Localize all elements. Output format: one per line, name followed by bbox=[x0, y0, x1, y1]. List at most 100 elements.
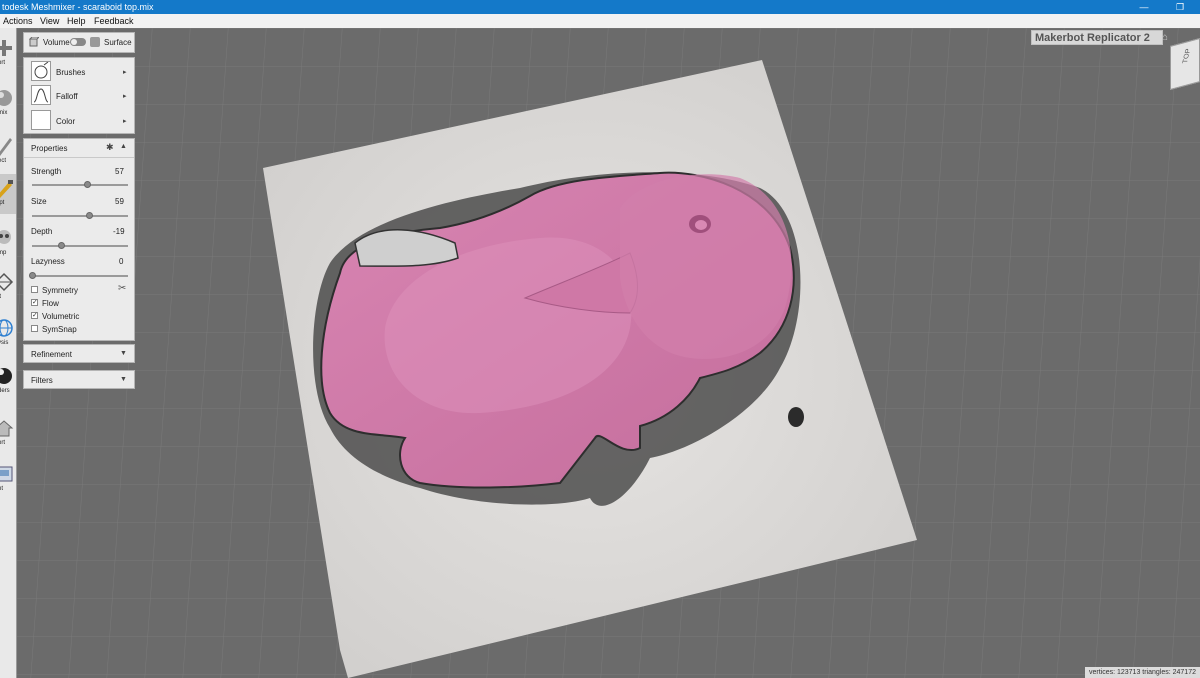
select-tool[interactable]: ect bbox=[0, 132, 16, 172]
select-brush-icon bbox=[0, 138, 12, 156]
printer-name: Makerbot Replicator 2 bbox=[1035, 32, 1150, 44]
strength-slider-thumb[interactable] bbox=[83, 181, 91, 188]
window-titlebar: todesk Meshmixer - scaraboid top.mix — ❐ bbox=[0, 0, 1200, 14]
volume-cube-icon bbox=[29, 37, 39, 47]
print-tool[interactable]: nt bbox=[0, 460, 16, 500]
falloff-arrow-icon: ▸ bbox=[123, 93, 127, 100]
falloff-preview bbox=[31, 85, 51, 105]
tool-label: ders bbox=[0, 388, 10, 394]
tool-label: mix bbox=[0, 110, 8, 116]
falloff-curve-icon bbox=[33, 88, 49, 103]
falloff-label: Falloff bbox=[56, 92, 78, 101]
printer-name-label[interactable]: Makerbot Replicator 2 bbox=[1031, 30, 1163, 45]
volumetric-checkbox[interactable]: ✓ bbox=[31, 312, 38, 319]
meshmix-sphere-icon bbox=[0, 90, 12, 106]
menu-actions[interactable]: Actions bbox=[3, 14, 33, 28]
view-cube[interactable]: TOP bbox=[1170, 37, 1200, 91]
sculpt-tool[interactable]: lpt bbox=[0, 174, 16, 214]
tool-label: lpt bbox=[0, 200, 5, 206]
flow-label: Flow bbox=[42, 299, 59, 308]
plus-icon bbox=[0, 40, 12, 56]
tool-label: it bbox=[0, 294, 1, 300]
size-slider[interactable] bbox=[32, 215, 128, 217]
refinement-title: Refinement bbox=[31, 350, 72, 359]
volume-surface-panel: Volume Surface bbox=[23, 32, 135, 53]
sculpt-brush-icon bbox=[0, 180, 13, 198]
symsnap-label: SymSnap bbox=[42, 325, 77, 334]
export-tool[interactable]: ort bbox=[0, 414, 16, 454]
color-row[interactable]: Color ▸ bbox=[24, 109, 134, 133]
window-title: todesk Meshmixer - scaraboid top.mix bbox=[2, 2, 154, 12]
lazyness-slider-thumb[interactable] bbox=[29, 272, 36, 279]
edit-tool[interactable]: it bbox=[0, 268, 16, 308]
symsnap-checkbox[interactable] bbox=[31, 325, 38, 332]
depth-slider[interactable] bbox=[32, 245, 128, 247]
strength-label: Strength bbox=[31, 167, 62, 176]
menu-help[interactable]: Help bbox=[67, 14, 86, 28]
symmetry-label: Symmetry bbox=[42, 286, 78, 295]
export-icon bbox=[0, 420, 14, 437]
chevron-down-icon: ▼ bbox=[120, 350, 127, 357]
scarab-head bbox=[620, 174, 792, 359]
volume-label: Volume bbox=[43, 38, 70, 47]
tool-label: ort bbox=[0, 440, 6, 446]
restore-button[interactable]: ❐ bbox=[1170, 0, 1190, 14]
volumetric-label: Volumetric bbox=[42, 312, 80, 321]
depth-value: -19 bbox=[113, 227, 125, 236]
print-icon bbox=[0, 466, 13, 482]
3d-viewport[interactable] bbox=[0, 28, 1200, 678]
properties-title: Properties bbox=[31, 144, 68, 153]
stamp-skull-icon bbox=[0, 230, 11, 244]
brush-preview bbox=[31, 61, 51, 81]
filters-panel[interactable]: Filters ▼ bbox=[23, 370, 135, 389]
viewport-scene bbox=[0, 28, 1200, 678]
tool-label: ect bbox=[0, 158, 7, 164]
size-value: 59 bbox=[115, 197, 124, 206]
menu-view[interactable]: View bbox=[40, 14, 59, 28]
strength-value: 57 bbox=[115, 167, 124, 176]
tool-label: mp bbox=[0, 250, 7, 256]
tool-label: ort bbox=[0, 60, 6, 66]
strength-slider[interactable] bbox=[32, 184, 128, 186]
base-hole bbox=[788, 407, 804, 427]
collapse-up-icon[interactable]: ▲ bbox=[120, 143, 127, 150]
brush-selection-panel: Brushes ▸ Falloff ▸ Color ▸ bbox=[23, 57, 135, 134]
lazyness-slider[interactable] bbox=[32, 275, 128, 277]
tool-label: nt bbox=[0, 486, 4, 492]
mode-toggle-switch[interactable] bbox=[70, 38, 86, 46]
import-tool[interactable]: ort bbox=[0, 34, 16, 74]
menu-feedback[interactable]: Feedback bbox=[94, 14, 134, 28]
brush-circle-icon bbox=[34, 61, 49, 79]
gear-icon[interactable]: ✱ bbox=[106, 142, 114, 153]
properties-header[interactable]: Properties ✱ ▲ bbox=[24, 139, 134, 158]
surface-icon bbox=[90, 37, 100, 47]
meshmix-tool[interactable]: mix bbox=[0, 84, 16, 124]
mesh-stats: vertices: 123713 triangles: 247172 bbox=[1084, 667, 1200, 678]
depth-slider-thumb[interactable] bbox=[57, 242, 65, 249]
brushes-label: Brushes bbox=[56, 68, 86, 77]
minimize-button[interactable]: — bbox=[1134, 0, 1154, 14]
symmetry-checkbox[interactable] bbox=[31, 286, 38, 293]
analysis-globe-icon bbox=[0, 319, 13, 337]
filters-title: Filters bbox=[31, 376, 53, 385]
analysis-tool[interactable]: ysis bbox=[0, 314, 16, 354]
refinement-panel[interactable]: Refinement ▼ bbox=[23, 344, 135, 363]
shaders-tool[interactable]: ders bbox=[0, 362, 16, 402]
home-icon[interactable]: ⌂ bbox=[1162, 32, 1168, 43]
lazyness-label: Lazyness bbox=[31, 257, 65, 266]
falloff-row[interactable]: Falloff ▸ bbox=[24, 84, 134, 108]
edit-mesh-icon bbox=[0, 272, 14, 292]
properties-panel: Properties ✱ ▲ Strength 57 Size 59 Depth… bbox=[23, 138, 135, 341]
color-arrow-icon: ▸ bbox=[123, 118, 127, 125]
view-cube-label: TOP bbox=[1181, 48, 1193, 64]
brushes-row[interactable]: Brushes ▸ bbox=[24, 60, 134, 84]
stamp-tool[interactable]: mp bbox=[0, 224, 16, 264]
size-label: Size bbox=[31, 197, 47, 206]
depth-label: Depth bbox=[31, 227, 53, 236]
symmetry-tool-icon[interactable]: ✂ bbox=[118, 283, 126, 294]
flow-checkbox[interactable]: ✓ bbox=[31, 299, 38, 306]
size-slider-thumb[interactable] bbox=[85, 212, 93, 219]
left-toolbar: ort mix ect lpt mp it ysis ders ort nt bbox=[0, 28, 17, 678]
chevron-down-icon: ▼ bbox=[120, 376, 127, 383]
shaders-sphere-icon bbox=[0, 368, 12, 384]
